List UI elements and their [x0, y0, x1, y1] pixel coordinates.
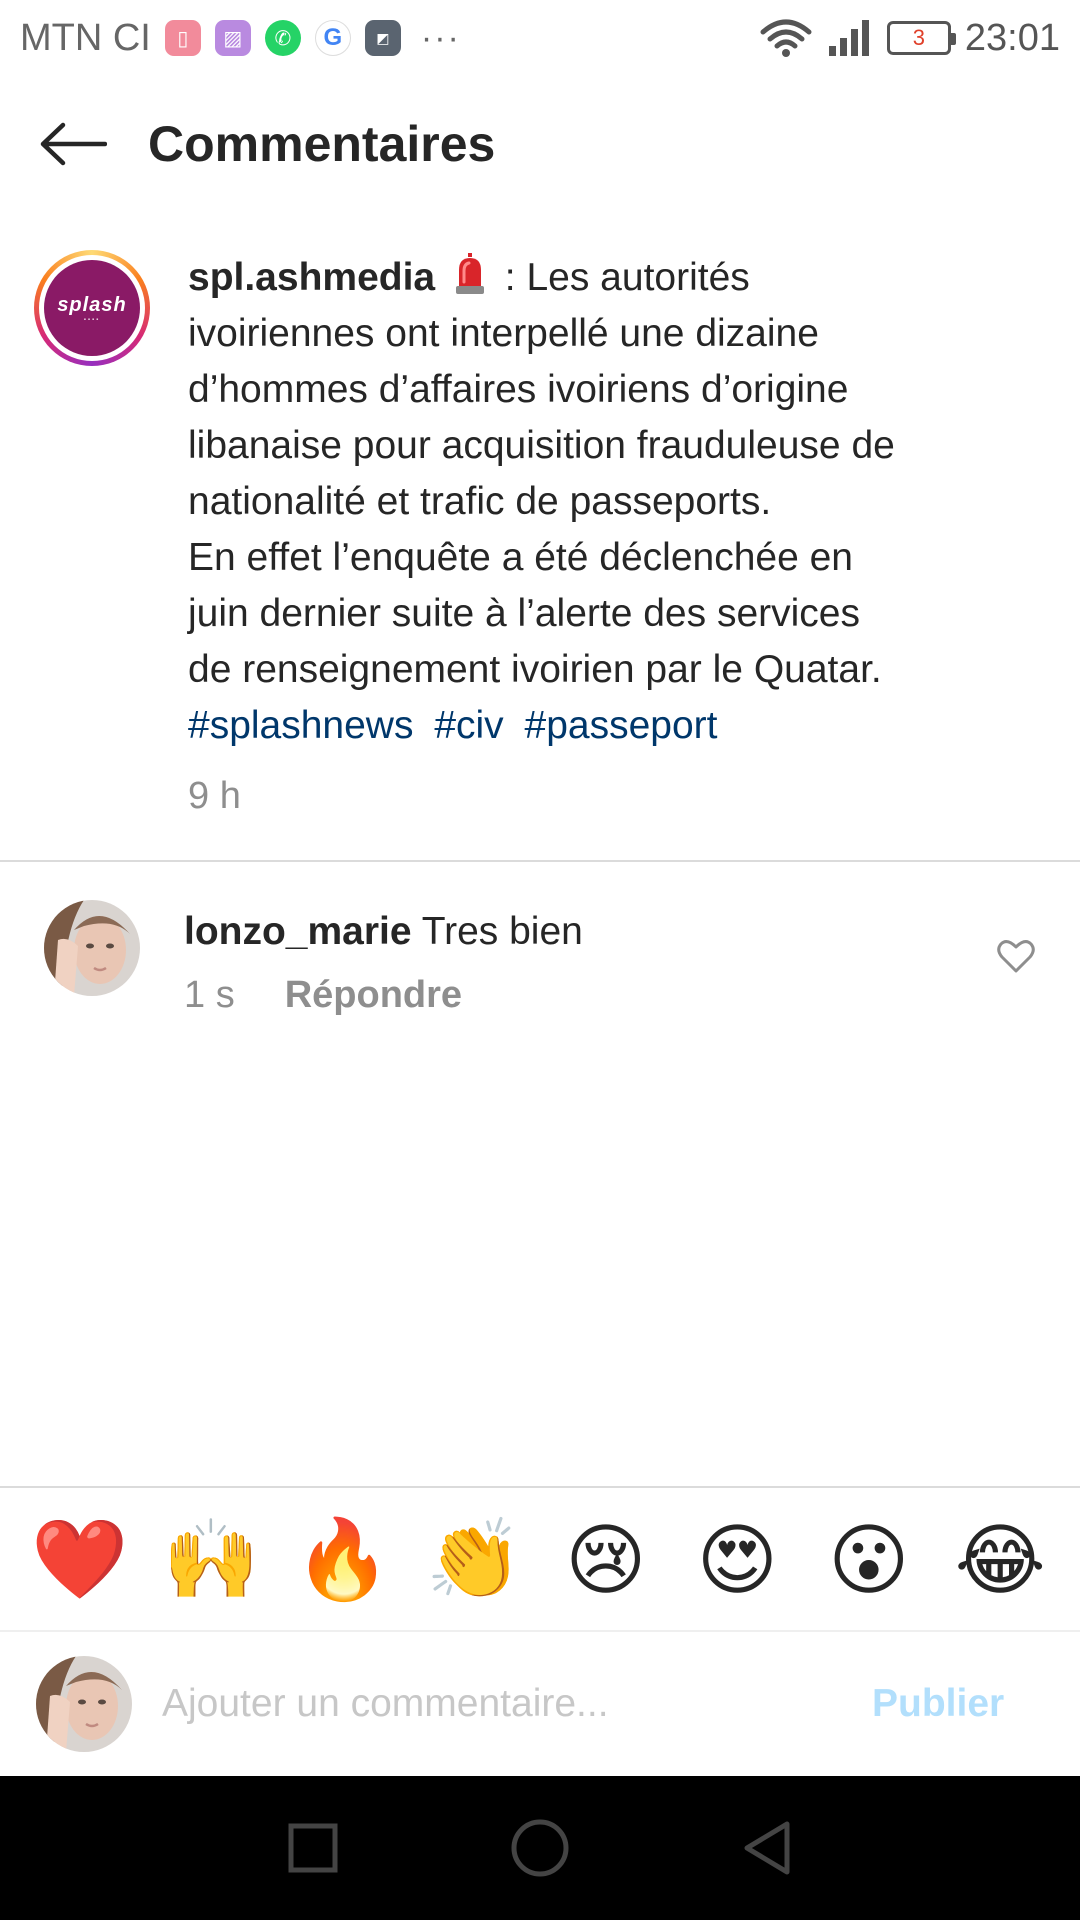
page-title: Commentaires	[148, 116, 496, 172]
siren-emoji-icon	[455, 253, 484, 294]
publish-button[interactable]: Publier	[872, 1682, 1004, 1726]
home-button[interactable]	[500, 1808, 580, 1888]
caption-line: nationalité et trafic de passeports.	[188, 480, 772, 523]
splash-logo: splash ▪▪▪▪	[44, 260, 140, 356]
recents-button[interactable]	[273, 1808, 353, 1888]
comment-meta: 1 s Répondre	[184, 974, 944, 1017]
battery-level: 3	[912, 25, 926, 50]
caption-line: ivoiriennes ont interpellé une dizaine	[188, 312, 819, 355]
battery-icon: 3	[886, 21, 956, 55]
post-body: spl.ashmedia : Les autorités ivoiriennes…	[188, 250, 1008, 824]
comments-screen: MTN CI ▯ ▨ ✆ G ◩ ··· 3 23:01 Commentaire…	[0, 0, 1080, 1920]
caption-line: libanaise pour acquisition frauduleuse d…	[188, 424, 895, 467]
emoji-quick-bar: ❤️ 🙌 🔥 👏 😢 😍 😮 😂	[0, 1488, 1080, 1632]
signal-icon	[828, 20, 869, 56]
emoji-clapping-button[interactable]: 👏	[424, 1510, 524, 1610]
back-nav-button[interactable]	[727, 1808, 807, 1888]
caption-first-line: spl.ashmedia : Les autorités	[188, 250, 1008, 306]
battery-saver-icon: ▯	[164, 20, 201, 56]
avatar-photo	[44, 900, 140, 996]
post-timestamp: 9 h	[188, 775, 241, 817]
comment-timestamp: 1 s	[184, 974, 235, 1016]
current-user-avatar	[36, 1656, 132, 1752]
avatar-logo-text: splash	[57, 293, 127, 316]
caption-line: d’hommes d’affaires ivoiriens d’origine	[188, 368, 849, 411]
comment-username[interactable]: lonzo_marie	[184, 910, 412, 953]
hashtags: #splashnews #civ #passeport	[188, 698, 1008, 754]
comment-text: lonzo_marie Tres bien	[184, 906, 944, 958]
caption-line: En effet l’enquête a été déclenchée en	[188, 536, 853, 579]
status-left: MTN CI ▯ ▨ ✆ G ◩ ···	[20, 17, 461, 60]
header: Commentaires	[0, 96, 1080, 192]
divider	[0, 860, 1080, 862]
caption-line: juin dernier suite à l’alerte des servic…	[188, 592, 860, 635]
status-bar: MTN CI ▯ ▨ ✆ G ◩ ··· 3 23:01	[0, 0, 1080, 76]
clock: 23:01	[964, 16, 1060, 59]
comment-input[interactable]	[162, 1669, 842, 1739]
heart-outline-icon	[997, 940, 1035, 973]
hashtag-passeport[interactable]: #passeport	[525, 704, 718, 747]
emoji-tears-of-joy-button[interactable]: 😂	[950, 1510, 1050, 1610]
whatsapp-icon: ✆	[264, 20, 301, 56]
comment-item: lonzo_marie Tres bien 1 s Répondre	[0, 900, 1080, 1020]
google-icon: G	[314, 20, 351, 56]
post-username[interactable]: spl.ashmedia	[188, 256, 435, 299]
comment-content: Tres bien	[421, 910, 583, 953]
circle-icon	[511, 1819, 569, 1877]
commenter-avatar[interactable]	[44, 900, 140, 996]
status-right: 3 23:01	[759, 17, 1060, 60]
caption-line: de renseignement ivoirien par le Quatar.	[188, 648, 882, 691]
emoji-surprised-button[interactable]: 😮	[819, 1510, 919, 1610]
arrow-left-icon	[40, 122, 107, 166]
avatar-photo	[36, 1656, 132, 1752]
call-of-duty-icon: ◩	[364, 20, 401, 56]
triangle-back-icon	[744, 1821, 790, 1875]
gallery-icon: ▨	[214, 20, 251, 56]
comment-body: lonzo_marie Tres bien 1 s Répondre	[184, 900, 944, 1020]
wifi-icon	[760, 19, 812, 57]
post-caption: splash ▪▪▪▪ spl.ashmedia : Les autorités…	[0, 250, 1080, 824]
caption-text-start: : Les autorités	[504, 256, 750, 299]
emoji-raised-hands-button[interactable]: 🙌	[161, 1510, 261, 1610]
reply-button[interactable]: Répondre	[285, 974, 462, 1017]
emoji-crying-button[interactable]: 😢	[556, 1510, 656, 1610]
emoji-fire-button[interactable]: 🔥	[293, 1510, 393, 1610]
system-nav-bar	[0, 1776, 1080, 1920]
carrier-name: MTN CI	[20, 16, 151, 59]
hashtag-civ[interactable]: #civ	[434, 704, 503, 747]
emoji-heart-button[interactable]: ❤️	[30, 1510, 130, 1610]
emoji-heart-eyes-button[interactable]: 😍	[687, 1510, 787, 1610]
more-notifications-icon: ···	[420, 18, 461, 57]
square-icon	[288, 1823, 338, 1873]
post-avatar[interactable]: splash ▪▪▪▪	[34, 250, 150, 366]
like-comment-button[interactable]	[996, 936, 1036, 976]
back-button[interactable]	[38, 114, 108, 174]
comment-composer: Publier	[0, 1632, 1080, 1776]
hashtag-splashnews[interactable]: #splashnews	[188, 704, 413, 747]
